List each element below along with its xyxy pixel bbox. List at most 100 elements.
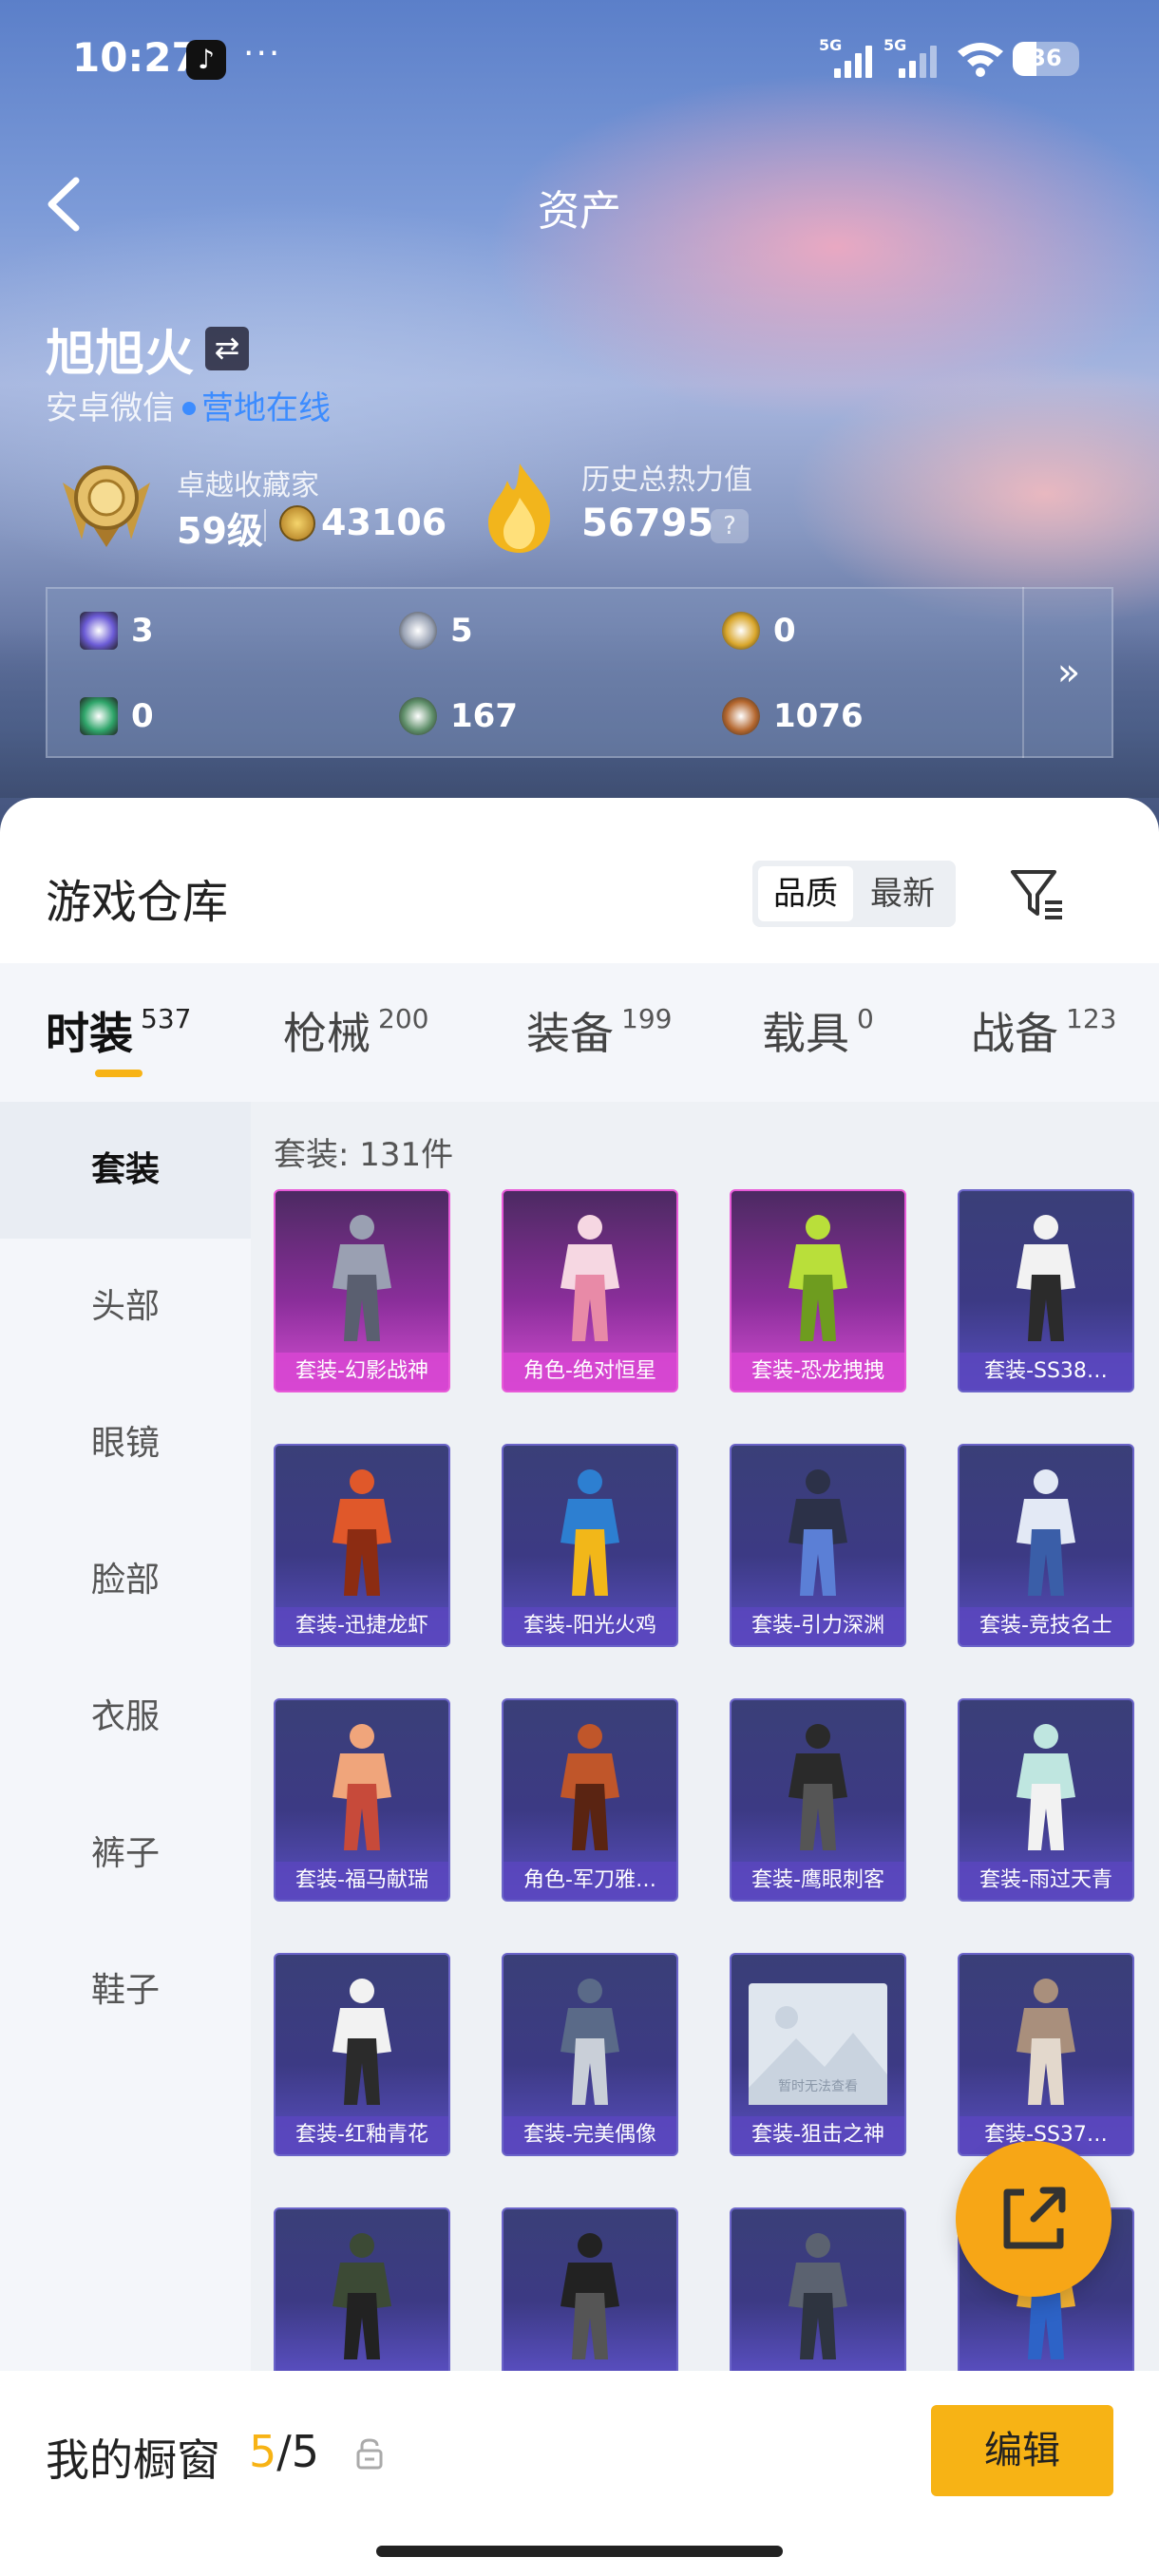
outfit-preview-icon bbox=[332, 1724, 391, 1850]
active-tab-indicator bbox=[95, 1070, 142, 1077]
showcase-total: /5 bbox=[276, 2426, 320, 2477]
status-time: 10:27 bbox=[72, 34, 200, 81]
item-card[interactable] bbox=[730, 2207, 906, 2375]
currency-more-button[interactable]: » bbox=[1022, 587, 1113, 758]
collector-badge-icon bbox=[63, 465, 150, 547]
sidebar-item-suits[interactable]: 套装 bbox=[0, 1102, 251, 1239]
item-card[interactable]: 套装-迅捷龙虾 bbox=[274, 1444, 450, 1647]
item-card[interactable]: 套装-红釉青花 bbox=[274, 1953, 450, 2156]
currency-item: 3 bbox=[80, 612, 154, 650]
outfit-preview-icon bbox=[560, 2233, 619, 2359]
edit-button[interactable]: 编辑 bbox=[931, 2405, 1113, 2496]
tab-count: 200 bbox=[378, 1003, 429, 1034]
tab-guns[interactable]: 枪械 200 bbox=[283, 999, 428, 1062]
item-card[interactable]: 套装-阳光火鸡 bbox=[502, 1444, 678, 1647]
outfit-preview-icon bbox=[332, 2233, 391, 2359]
tab-label: 装备 bbox=[526, 1008, 614, 1059]
player-name: 旭旭火 bbox=[46, 326, 195, 383]
item-name: 套装-狙击之神 bbox=[732, 2116, 904, 2154]
green-orb-icon bbox=[399, 697, 437, 735]
sidebar-item-face[interactable]: 脸部 bbox=[0, 1512, 251, 1649]
sidebar-item-pants[interactable]: 裤子 bbox=[0, 1786, 251, 1923]
tab-fashion[interactable]: 时装 537 bbox=[46, 999, 191, 1062]
outfit-preview-icon bbox=[332, 1215, 391, 1341]
item-card[interactable]: 套装-竞技名士 bbox=[958, 1444, 1134, 1647]
item-card[interactable]: 套装-SS37… bbox=[958, 1953, 1134, 2156]
tab-label: 载具 bbox=[762, 1008, 849, 1059]
subcategory-sidebar: 套装 头部 眼镜 脸部 衣服 裤子 鞋子 bbox=[0, 1102, 251, 2375]
item-card[interactable]: 套装-引力深渊 bbox=[730, 1444, 906, 1647]
tab-count: 0 bbox=[857, 1003, 874, 1034]
platform-info: 安卓微信 营地在线 bbox=[46, 382, 331, 428]
item-name: 套装-红釉青花 bbox=[276, 2116, 448, 2154]
outfit-preview-icon bbox=[332, 1979, 391, 2105]
item-name: 套装-竞技名士 bbox=[960, 1607, 1132, 1645]
heat-title: 历史总热力值 bbox=[581, 464, 752, 497]
showcase-current: 5 bbox=[249, 2426, 277, 2477]
item-card[interactable]: 角色-绝对恒星 bbox=[502, 1189, 678, 1392]
tab-count: 537 bbox=[141, 1003, 192, 1034]
item-name: 套装-雨过天青 bbox=[960, 1862, 1132, 1900]
item-card[interactable] bbox=[502, 2207, 678, 2375]
currency-item: 167 bbox=[399, 697, 518, 735]
gold-coin-icon bbox=[722, 612, 760, 650]
tab-vehicles[interactable]: 载具 0 bbox=[762, 999, 874, 1062]
item-card[interactable]: 暂时无法查看 套装-狙击之神 bbox=[730, 1953, 906, 2156]
item-card[interactable]: 套装-完美偶像 bbox=[502, 1953, 678, 2156]
item-card[interactable]: 套装-鹰眼刺客 bbox=[730, 1698, 906, 1902]
heat-value: 56795 bbox=[581, 502, 714, 545]
item-card[interactable]: 套装-SS38… bbox=[958, 1189, 1134, 1392]
sort-toggle: 品质 最新 bbox=[752, 861, 956, 927]
outfit-preview-icon bbox=[332, 1469, 391, 1596]
tab-gear[interactable]: 战备 123 bbox=[971, 999, 1116, 1062]
outfit-preview-icon bbox=[560, 1724, 619, 1850]
collector-coin-icon bbox=[279, 505, 315, 541]
tab-equipment[interactable]: 装备 199 bbox=[526, 999, 672, 1062]
collector-title: 卓越收藏家 bbox=[177, 469, 319, 502]
sidebar-item-clothes[interactable]: 衣服 bbox=[0, 1649, 251, 1786]
status-bar: 10:27 ♪ ··· 5G 5G 36 bbox=[0, 0, 1159, 114]
item-card[interactable]: 套装-福马献瑞 bbox=[274, 1698, 450, 1902]
showcase-count: 5/5 bbox=[249, 2426, 319, 2477]
help-icon[interactable]: ? bbox=[711, 509, 749, 543]
currency-item: 0 bbox=[80, 697, 154, 735]
switch-account-icon[interactable]: ⇄ bbox=[205, 327, 249, 370]
currency-value: 3 bbox=[131, 612, 154, 650]
item-card[interactable]: 套装-恐龙拽拽 bbox=[730, 1189, 906, 1392]
item-name: 套装-SS38… bbox=[960, 1353, 1132, 1391]
more-notifications-icon: ··· bbox=[243, 34, 282, 73]
showcase-label: 我的橱窗 bbox=[46, 2434, 220, 2486]
currency-item: 5 bbox=[399, 612, 473, 650]
tab-label: 战备 bbox=[971, 1008, 1058, 1059]
sidebar-item-shoes[interactable]: 鞋子 bbox=[0, 1923, 251, 2059]
sort-newest-button[interactable]: 最新 bbox=[855, 866, 950, 921]
currency-value: 5 bbox=[450, 612, 473, 650]
online-status: 营地在线 bbox=[201, 389, 331, 427]
item-card[interactable]: 套装-雨过天青 bbox=[958, 1698, 1134, 1902]
sort-quality-button[interactable]: 品质 bbox=[758, 866, 853, 921]
platform-label: 安卓微信 bbox=[46, 389, 175, 427]
collector-points: 43106 bbox=[321, 502, 447, 543]
item-card[interactable]: 套装-幻影战神 bbox=[274, 1189, 450, 1392]
currency-value: 1076 bbox=[773, 697, 864, 735]
sidebar-item-head[interactable]: 头部 bbox=[0, 1239, 251, 1375]
sidebar-item-glasses[interactable]: 眼镜 bbox=[0, 1375, 251, 1512]
item-name: 套装-引力深渊 bbox=[732, 1607, 904, 1645]
item-card[interactable]: 角色-军刀雅… bbox=[502, 1698, 678, 1902]
share-button[interactable] bbox=[956, 2141, 1112, 2297]
page-title: 资产 bbox=[538, 187, 621, 236]
outfit-preview-icon bbox=[1016, 1469, 1075, 1596]
item-name: 套装-幻影战神 bbox=[276, 1353, 448, 1391]
currency-panel[interactable] bbox=[46, 587, 1113, 758]
tab-label: 时装 bbox=[46, 1008, 133, 1059]
purple-card-icon bbox=[80, 612, 118, 650]
currency-value: 0 bbox=[131, 697, 154, 735]
outfit-preview-icon bbox=[560, 1215, 619, 1341]
currency-value: 167 bbox=[450, 697, 518, 735]
item-card[interactable] bbox=[274, 2207, 450, 2375]
filter-icon[interactable] bbox=[1007, 862, 1068, 923]
lock-icon bbox=[356, 2438, 383, 2470]
currency-item: 0 bbox=[722, 612, 796, 650]
divider bbox=[264, 509, 266, 541]
outfit-preview-icon bbox=[788, 2233, 847, 2359]
